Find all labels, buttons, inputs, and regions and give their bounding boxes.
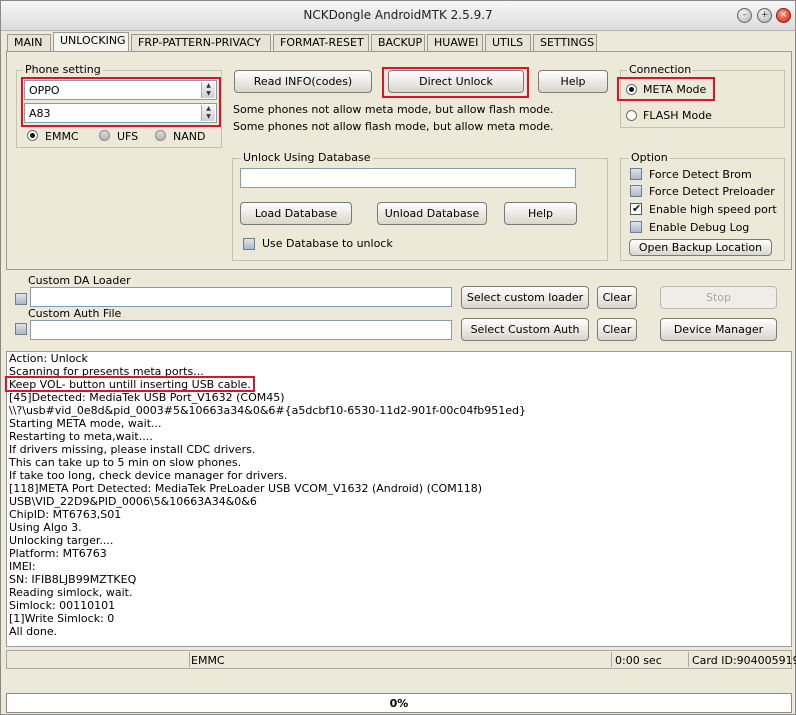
debug-log-checkbox[interactable] [630, 221, 642, 233]
tab-unlocking[interactable]: UNLOCKING [53, 32, 129, 52]
unlocking-panel: Phone setting OPPO ▲ ▼ A83 ▲ ▼ EMMC UFS NA… [6, 51, 792, 270]
status-divider [688, 652, 689, 667]
status-divider [611, 652, 612, 667]
custom-auth-input[interactable] [30, 320, 452, 340]
log-line: [45]Detected: MediaTek USB Port_V1632 (C… [9, 391, 285, 404]
force-preloader-checkbox[interactable] [630, 185, 642, 197]
log-line: \\?\usb#vid_0e8d&pid_0003#5&10663a34&0&6… [9, 404, 527, 417]
debug-log-label: Enable Debug Log [649, 221, 750, 234]
log-line: ChipID: MT6763,S01 [9, 508, 122, 521]
high-speed-label: Enable high speed port [649, 203, 777, 216]
log-line: Platform: MT6763 [9, 547, 107, 560]
storage-nand-label: NAND [173, 130, 206, 143]
custom-da-checkbox[interactable] [15, 293, 27, 305]
maximize-icon[interactable]: + [757, 8, 772, 23]
tab-main[interactable]: MAIN [7, 34, 51, 52]
database-help-button[interactable]: Help [504, 202, 577, 225]
log-output[interactable]: Action: Unlock Scanning for presents met… [5, 351, 792, 647]
meta-mode-label: META Mode [643, 83, 707, 96]
log-line: Restarting to meta,wait.... [9, 430, 153, 443]
custom-auth-label: Custom Auth File [28, 307, 122, 320]
connection-label: Connection [627, 63, 694, 76]
tab-frp-pattern-privacy[interactable]: FRP-PATTERN-PRIVACY [131, 34, 271, 52]
device-manager-button[interactable]: Device Manager [660, 318, 777, 341]
log-line: Keep VOL- button untill inserting USB ca… [9, 378, 251, 391]
model-select[interactable]: A83 ▲ ▼ [24, 103, 217, 123]
select-custom-loader-button[interactable]: Select custom loader [461, 286, 589, 309]
high-speed-checkbox[interactable] [630, 202, 642, 215]
log-line: [118]META Port Detected: MediaTek PreLoa… [9, 482, 482, 495]
note-flash-meta: Some phones not allow flash mode, but al… [233, 120, 554, 133]
log-line: Unlocking targer.... [9, 534, 114, 547]
custom-da-input[interactable] [30, 287, 452, 307]
tab-huawei[interactable]: HUAWEI [427, 34, 483, 52]
log-line: Reading simlock, wait. [9, 586, 133, 599]
log-line: This can take up to 5 min on slow phones… [9, 456, 242, 469]
option-label: Option [629, 151, 670, 164]
log-line: Simlock: 00110101 [9, 599, 116, 612]
force-preloader-label: Force Detect Preloader [649, 185, 775, 198]
status-bar: EMMC 0:00 sec Card ID:904005919 [6, 650, 796, 669]
read-info-button[interactable]: Read INFO(codes) [234, 70, 372, 93]
storage-emmc-label: EMMC [45, 130, 79, 143]
log-line: [1]Write Simlock: 0 [9, 612, 115, 625]
phone-setting-label: Phone setting [23, 63, 103, 76]
tab-settings[interactable]: SETTINGS [533, 34, 597, 52]
log-line: SN: IFIB8LJB99MZTKEQ [9, 573, 137, 586]
select-custom-auth-button[interactable]: Select Custom Auth [461, 318, 589, 341]
close-icon[interactable]: × [776, 8, 791, 23]
log-line: Using Algo 3. [9, 521, 82, 534]
load-database-button[interactable]: Load Database [240, 202, 352, 225]
brand-select[interactable]: OPPO ▲ ▼ [24, 80, 217, 100]
progress-bar: 0% [6, 693, 792, 713]
log-line: If drivers missing, please install CDC d… [9, 443, 256, 456]
flash-mode-radio[interactable] [626, 110, 637, 121]
note-meta-flash: Some phones not allow meta mode, but all… [233, 103, 554, 116]
use-database-checkbox[interactable] [243, 238, 255, 250]
log-line: All done. [9, 625, 58, 638]
spin-arrows-icon[interactable]: ▲ ▼ [201, 82, 215, 98]
clear-loader-button[interactable]: Clear [597, 286, 637, 309]
flash-mode-label: FLASH Mode [643, 109, 712, 122]
log-line: IMEI: [9, 560, 36, 573]
window-title: NCKDongle AndroidMTK 2.5.9.7 [303, 8, 493, 22]
tab-backup[interactable]: BACKUP [371, 34, 425, 52]
tab-utils[interactable]: UTILS [485, 34, 531, 52]
force-brom-checkbox[interactable] [630, 168, 642, 180]
minimize-icon[interactable]: – [737, 8, 752, 23]
status-elapsed: 0:00 sec [615, 654, 662, 667]
use-database-label: Use Database to unlock [262, 237, 393, 250]
unload-database-button[interactable]: Unload Database [377, 202, 487, 225]
spin-arrows-icon[interactable]: ▲ ▼ [201, 105, 215, 121]
log-line: Scanning for presents meta ports... [9, 365, 204, 378]
log-line: Starting META mode, wait... [9, 417, 162, 430]
database-path-input[interactable] [240, 168, 576, 188]
app-window: NCKDongle AndroidMTK 2.5.9.7 – + × MAIN … [0, 0, 796, 715]
custom-auth-checkbox[interactable] [15, 323, 27, 335]
stop-button[interactable]: Stop [660, 286, 777, 309]
status-card-id: Card ID:904005919 [692, 654, 796, 667]
storage-nand-radio[interactable] [155, 130, 166, 141]
open-backup-location-button[interactable]: Open Backup Location [629, 239, 772, 256]
tab-format-reset[interactable]: FORMAT-RESET [273, 34, 369, 52]
status-divider [189, 652, 190, 667]
unlock-database-label: Unlock Using Database [241, 151, 373, 164]
meta-mode-radio[interactable] [626, 84, 637, 95]
log-line: USB\VID_22D9&PID_0006\5&10663A34&0&6 [9, 495, 257, 508]
force-brom-label: Force Detect Brom [649, 168, 752, 181]
progress-text: 0% [389, 697, 409, 710]
custom-da-label: Custom DA Loader [28, 274, 131, 287]
model-value: A83 [29, 107, 51, 120]
brand-value: OPPO [29, 84, 60, 97]
log-line: Action: Unlock [9, 352, 88, 365]
title-bar: NCKDongle AndroidMTK 2.5.9.7 – + × [1, 1, 795, 31]
log-line: If take too long, check device manager f… [9, 469, 288, 482]
clear-auth-button[interactable]: Clear [597, 318, 637, 341]
status-storage: EMMC [191, 654, 225, 667]
storage-ufs-label: UFS [117, 130, 139, 143]
direct-unlock-button[interactable]: Direct Unlock [388, 70, 524, 93]
storage-ufs-radio[interactable] [99, 130, 110, 141]
storage-emmc-radio[interactable] [27, 130, 38, 141]
help-button[interactable]: Help [538, 70, 608, 93]
